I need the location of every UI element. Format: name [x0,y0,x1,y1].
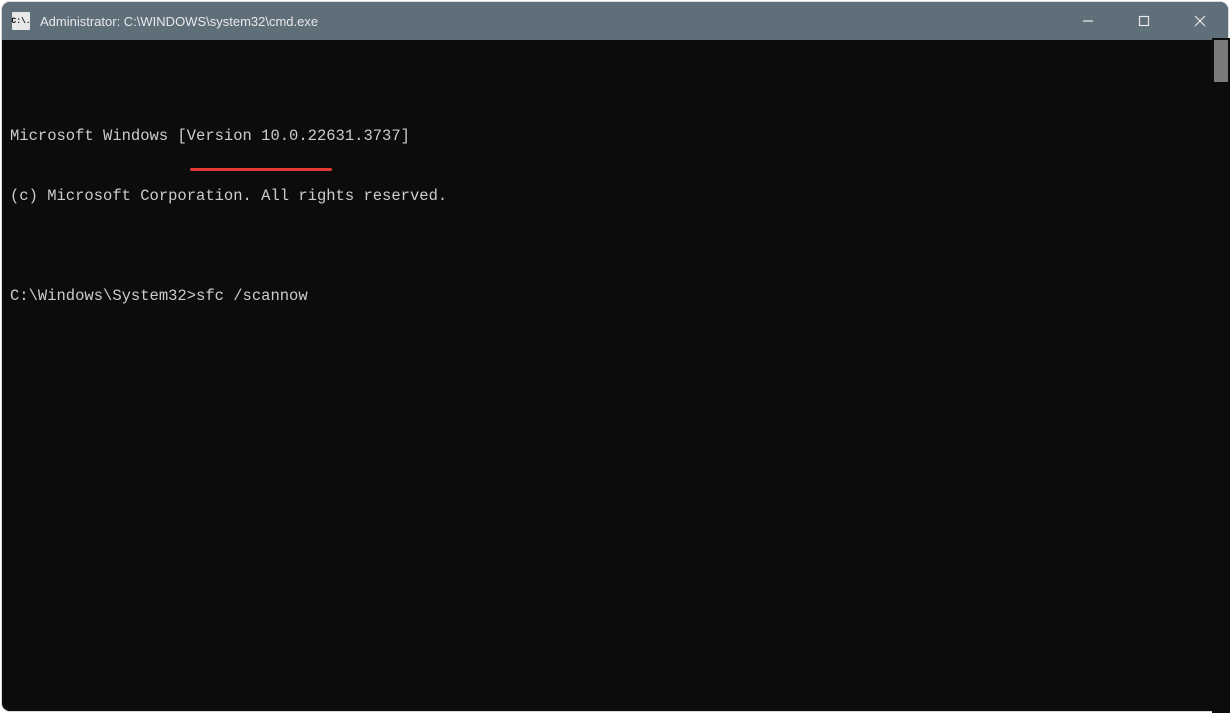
scrollbar-thumb[interactable] [1214,40,1228,82]
cmd-icon-text: C:\. [11,17,30,26]
maximize-button[interactable] [1116,2,1172,40]
terminal-prompt: C:\Windows\System32> [10,287,196,305]
minimize-button[interactable] [1060,2,1116,40]
terminal-command: sfc /scannow [196,287,308,305]
close-button[interactable] [1172,2,1228,40]
scrollbar-track[interactable] [1212,38,1228,711]
terminal-line-copyright: (c) Microsoft Corporation. All rights re… [10,186,1220,206]
window-title: Administrator: C:\WINDOWS\system32\cmd.e… [40,14,1060,29]
annotation-underline [190,168,332,171]
terminal-prompt-line: C:\Windows\System32>sfc /scannow [10,286,1220,306]
cmd-icon: C:\. [12,12,30,30]
window-controls [1060,2,1228,40]
minimize-icon [1082,15,1094,27]
close-icon [1194,15,1206,27]
terminal-area[interactable]: Microsoft Windows [Version 10.0.22631.37… [2,40,1228,711]
titlebar[interactable]: C:\. Administrator: C:\WINDOWS\system32\… [2,2,1228,40]
terminal-line-version: Microsoft Windows [Version 10.0.22631.37… [10,126,1220,146]
terminal-content: Microsoft Windows [Version 10.0.22631.37… [10,86,1220,366]
maximize-icon [1138,15,1150,27]
cmd-window: C:\. Administrator: C:\WINDOWS\system32\… [2,2,1228,711]
